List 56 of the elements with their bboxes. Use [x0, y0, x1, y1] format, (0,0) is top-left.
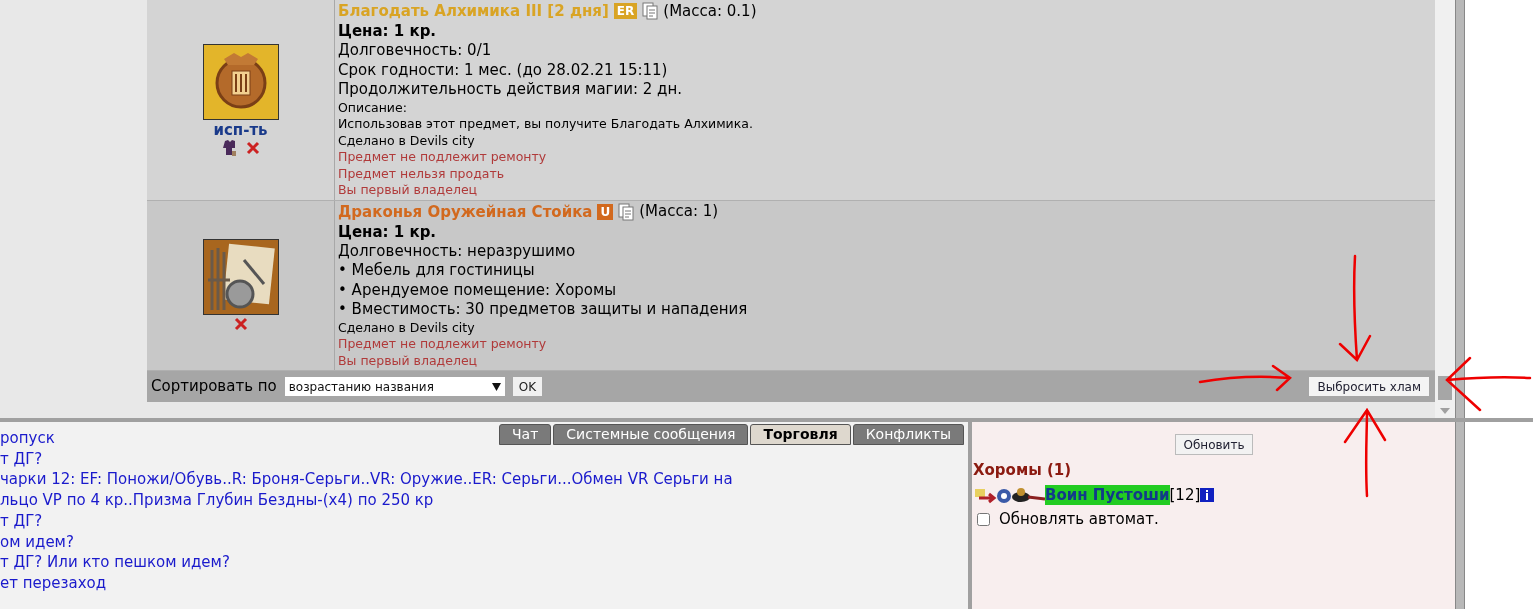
rarity-badge: ER	[613, 3, 638, 19]
item-description: Описание:	[338, 99, 408, 116]
info-icon[interactable]	[1200, 487, 1215, 502]
scroll-down-icon[interactable]	[1440, 408, 1450, 414]
chat-message: льцо VP по 4 кр..Призма Глубин Бездны-(x4) по 250 кр	[0, 490, 434, 511]
item-warning: Вы первый владелец	[338, 182, 479, 199]
delete-icon[interactable]	[233, 317, 248, 332]
item-warning: Вы первый владелец	[338, 352, 479, 369]
delete-icon[interactable]	[245, 140, 260, 155]
chat-message: ом идем?	[0, 531, 74, 553]
chat-message: ропуск	[0, 428, 55, 449]
dropdown-caret-icon	[491, 382, 501, 391]
room-title: Хоромы (1)	[973, 460, 1073, 481]
auto-refresh-checkbox[interactable]	[977, 512, 990, 526]
item-property: Продолжительность действия магии: 2 дн.	[338, 80, 684, 100]
item-property: Долговечность: 0/1	[338, 41, 493, 61]
item-price: Цена: 1 кр.	[338, 21, 438, 41]
item-description: Использовав этот предмет, вы получите Благодать Алхимика.	[338, 116, 754, 133]
item-property: • Мебель для гостиницы	[338, 261, 536, 281]
item-property: Долговечность: неразрушимо	[338, 241, 577, 261]
player-level: [12]	[1169, 484, 1201, 506]
chat-message: т ДГ?	[0, 510, 43, 532]
weapon-rack-icon	[203, 240, 278, 315]
item-mass: (Масса: 0.1)	[663, 0, 757, 22]
item-mass: (Масса: 1)	[639, 201, 719, 223]
item-property: Срок годности: 1 мес. (до 28.02.21 15:11)	[338, 60, 669, 80]
item-price: Цена: 1 кр.	[338, 221, 438, 242]
refresh-button[interactable]: Обновить	[1174, 434, 1254, 455]
chat-message: чарки 12: EF: Поножи/Обувь..R: Броня-Серьги..VR: Оружие..ER: Серьги...Обмен VR Серьги на	[0, 469, 733, 491]
item-warning: Предмет нельзя продать	[338, 165, 506, 182]
chat-tab[interactable]: Конфликты	[852, 424, 964, 445]
shirt-icon[interactable]	[221, 139, 236, 156]
use-link[interactable]: исп-ть	[213, 121, 268, 138]
auto-refresh-label: Обновлять автомат.	[999, 509, 1159, 530]
copy-icon[interactable]	[642, 2, 659, 20]
item-description: Сделано в Devils city	[338, 132, 476, 149]
item-property: • Вместимость: 30 предметов защиты и нападения	[338, 300, 749, 320]
medal-item-icon	[203, 44, 278, 119]
rarity-badge: U	[597, 203, 614, 220]
chat-tab[interactable]: Системные сообщения	[553, 424, 749, 445]
chat-message: т ДГ?	[0, 448, 43, 470]
chat-tab[interactable]: Торговля	[750, 424, 851, 445]
chat-message: т ДГ? Или кто пешком идем?	[0, 552, 230, 573]
ok-button[interactable]: OK	[512, 377, 543, 396]
chat-message: ет перезаход	[0, 572, 107, 594]
sort-label: Сортировать по	[151, 376, 277, 398]
item-property: • Арендуемое помещение: Хоромы	[338, 280, 618, 300]
status-icons-drawing	[973, 485, 1045, 504]
item-warning: Предмет не подлежит ремонту	[338, 336, 548, 353]
throw-junk-button[interactable]: Выбросить хлам	[1309, 377, 1429, 396]
chat-tab[interactable]: Чат	[498, 424, 552, 445]
sort-dropdown[interactable]: возрастанию названия	[284, 377, 505, 396]
player-name[interactable]: Воин Пустоши	[1045, 484, 1170, 505]
item-warning: Предмет не подлежит ремонту	[338, 149, 548, 166]
copy-icon[interactable]	[618, 202, 635, 221]
item-description: Сделано в Devils city	[338, 319, 476, 336]
